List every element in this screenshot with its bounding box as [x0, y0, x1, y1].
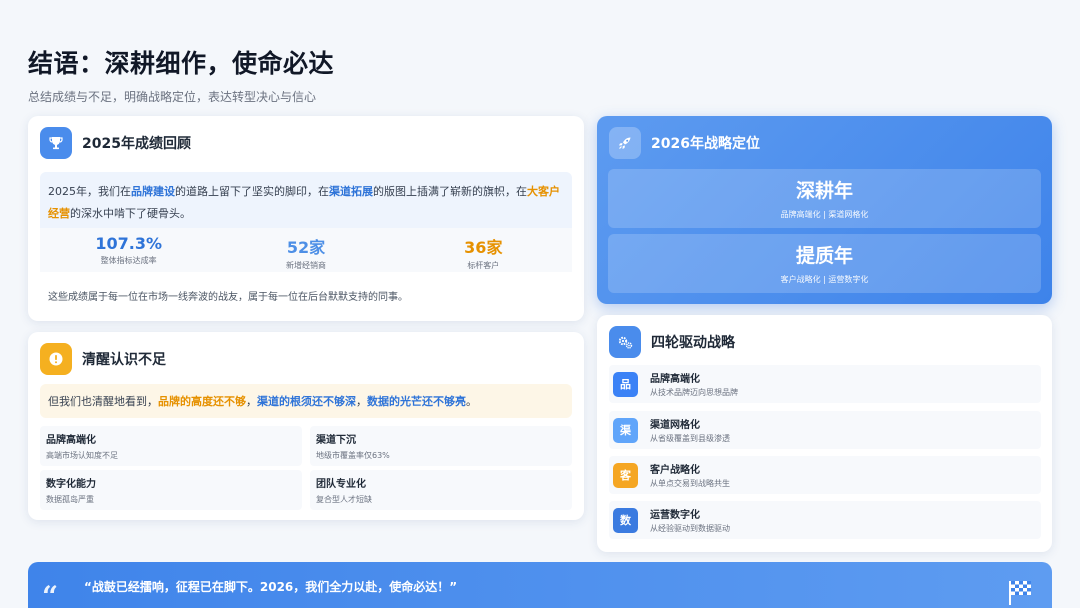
channel-badge-icon: 渠 — [613, 417, 638, 443]
issue-title: 团队专业化 — [316, 479, 366, 490]
issue-item: 数字化能力 数据孤岛严重 — [40, 470, 302, 510]
highlight-brand-height: 品牌的高度还不够 — [158, 395, 246, 408]
customer-badge-icon: 客 — [613, 462, 638, 488]
issue-desc: 数据孤岛严重 — [46, 495, 94, 504]
awareness-title: 清醒认识不足 — [82, 352, 166, 368]
banner-text: ， — [356, 395, 367, 408]
banner-text: 。 — [466, 395, 477, 408]
strategy-item-desc: 品牌高端化 | 渠道网格化 — [780, 210, 869, 219]
rocket-icon — [609, 127, 641, 159]
review-card-header: 2025年成绩回顾 — [40, 126, 191, 160]
stat-value: 36家 — [464, 238, 503, 257]
driver-title: 运营数字化 — [650, 510, 700, 521]
narrative-text: 的版图上插满了崭新的旗帜，在 — [373, 185, 527, 198]
issue-desc: 复合型人才短缺 — [316, 495, 372, 504]
issue-title: 渠道下沉 — [316, 435, 356, 446]
banner-text: 但我们也清醒地看到， — [48, 395, 158, 408]
trophy-icon — [40, 127, 72, 159]
stat-label: 整体指标达成率 — [100, 256, 157, 265]
driver-desc: 从单点交易到战略共生 — [650, 479, 730, 488]
gears-icon — [609, 326, 641, 358]
driver-item: 数 运营数字化 从经验驱动到数据驱动 — [609, 501, 1041, 539]
highlight-brand: 品牌建设 — [131, 185, 175, 198]
strategy-item-title: 提质年 — [795, 245, 853, 267]
strategy-card: 2026年战略定位 深耕年 品牌高端化 | 渠道网格化 提质年 客户战略化 | … — [597, 116, 1052, 304]
highlight-data-light: 数据的光芒还不够亮 — [367, 395, 466, 408]
driver-item: 渠 渠道网格化 从省级覆盖到县级渗透 — [609, 411, 1041, 449]
review-card: 2025年成绩回顾 2025年，我们在品牌建设的道路上留下了坚实的脚印，在渠道拓… — [28, 116, 584, 321]
driver-title: 品牌高端化 — [650, 374, 700, 385]
driver-title: 渠道网格化 — [650, 420, 700, 431]
strategy-item: 提质年 客户战略化 | 运营数字化 — [608, 234, 1041, 293]
review-thanks: 这些成绩属于每一位在市场一线奔波的战友，属于每一位在后台默默支持的同事。 — [48, 292, 408, 303]
drivers-card: 四轮驱动战略 品 品牌高端化 从技术品牌迈向思想品牌 渠 渠道网格化 从省级覆盖… — [597, 315, 1052, 552]
issue-title: 数字化能力 — [46, 479, 96, 490]
narrative-text: 2025年，我们在 — [48, 185, 131, 198]
checkered-flag-icon — [1006, 578, 1034, 606]
banner-text: ， — [246, 395, 257, 408]
strategy-item-title: 深耕年 — [795, 180, 853, 202]
brand-badge-icon: 品 — [613, 371, 638, 397]
strategy-item: 深耕年 品牌高端化 | 渠道网格化 — [608, 169, 1041, 228]
driver-item: 品 品牌高端化 从技术品牌迈向思想品牌 — [609, 365, 1041, 403]
issue-desc: 高端市场认知度不足 — [46, 451, 118, 460]
narrative-text: 的道路上留下了坚实的脚印，在 — [175, 185, 329, 198]
stat-item: 52家 新增经销商 — [217, 228, 394, 272]
drivers-card-header: 四轮驱动战略 — [609, 325, 735, 359]
stat-label: 标杆客户 — [467, 261, 500, 270]
stat-item: 107.3% 整体指标达成率 — [40, 228, 217, 272]
narrative-text: 的深水中啃下了硬骨头。 — [70, 207, 191, 220]
quote-text: “战鼓已经擂响，征程已在脚下。2026，我们全力以赴，使命必达！” — [84, 580, 458, 594]
data-badge-icon: 数 — [613, 507, 638, 533]
driver-desc: 从技术品牌迈向思想品牌 — [650, 388, 738, 397]
strategy-title: 2026年战略定位 — [651, 136, 760, 152]
driver-title: 客户战略化 — [650, 465, 700, 476]
review-title: 2025年成绩回顾 — [82, 136, 191, 152]
awareness-card: 清醒认识不足 但我们也清醒地看到， 品牌的高度还不够，渠道的根须还不够深，数据的光… — [28, 332, 584, 520]
review-stats: 107.3% 整体指标达成率 52家 新增经销商 36家 标杆客户 — [40, 228, 572, 272]
issue-title: 品牌高端化 — [46, 435, 96, 446]
strategy-card-header: 2026年战略定位 — [609, 126, 760, 160]
stat-value: 107.3% — [95, 234, 162, 253]
highlight-channel: 渠道拓展 — [329, 185, 373, 198]
alert-icon — [40, 343, 72, 375]
driver-desc: 从经验驱动到数据驱动 — [650, 524, 730, 533]
issue-desc: 地级市覆盖率仅63% — [316, 451, 390, 460]
issue-item: 品牌高端化 高端市场认知度不足 — [40, 426, 302, 466]
quote-mark-icon: “ — [42, 580, 59, 608]
highlight-channel-depth: 渠道的根须还不够深 — [257, 395, 356, 408]
stat-item: 36家 标杆客户 — [395, 228, 572, 272]
stat-label: 新增经销商 — [285, 261, 326, 270]
page-title: 结语：深耕细作，使命必达 — [28, 49, 335, 78]
stat-value: 52家 — [286, 238, 326, 257]
driver-item: 客 客户战略化 从单点交易到战略共生 — [609, 456, 1041, 494]
driver-desc: 从省级覆盖到县级渗透 — [650, 434, 730, 443]
issue-item: 渠道下沉 地级市覆盖率仅63% — [310, 426, 572, 466]
page-subtitle: 总结成绩与不足，明确战略定位，表达转型决心与信心 — [28, 90, 317, 104]
issue-item: 团队专业化 复合型人才短缺 — [310, 470, 572, 510]
awareness-card-header: 清醒认识不足 — [40, 342, 166, 376]
strategy-item-desc: 客户战略化 | 运营数字化 — [780, 275, 869, 284]
drivers-title: 四轮驱动战略 — [651, 335, 735, 351]
quote-banner: “ “战鼓已经擂响，征程已在脚下。2026，我们全力以赴，使命必达！” — [28, 562, 1052, 608]
awareness-banner: 但我们也清醒地看到， 品牌的高度还不够，渠道的根须还不够深，数据的光芒还不够亮。 — [40, 384, 572, 418]
